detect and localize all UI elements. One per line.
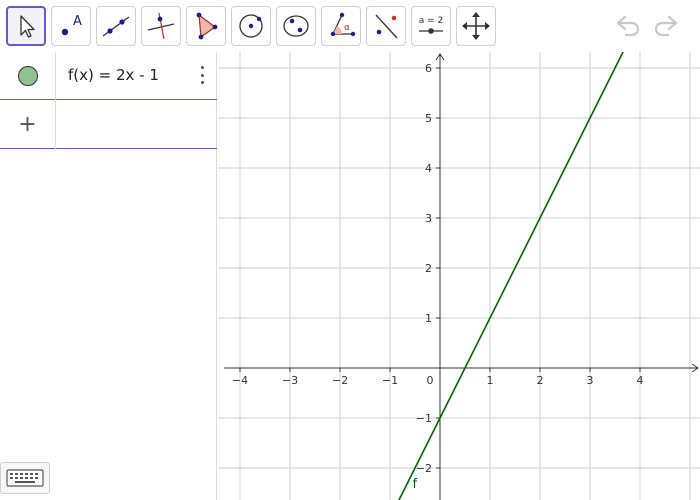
x-tick-label: 0 [427, 374, 434, 387]
algebra-input-row[interactable]: + [0, 101, 217, 149]
slider-tool-label: a = 2 [419, 16, 444, 26]
cursor-arrow-icon [20, 15, 35, 38]
graph-canvas[interactable]: −4 −3 −2 −1 0 1 2 3 4 6 5 4 3 2 1 −1 −2 f [218, 52, 700, 500]
angle-icon: α [330, 12, 356, 37]
point-tool-label: A [73, 14, 82, 29]
redo-button[interactable] [650, 12, 682, 40]
undo-icon [616, 15, 640, 37]
point-tool-button[interactable]: A [51, 6, 91, 46]
polygon-icon [196, 12, 218, 40]
angle-tool-label: α [344, 23, 350, 33]
visibility-toggle[interactable] [0, 52, 56, 100]
keyboard-button[interactable] [0, 462, 50, 494]
algebra-formula[interactable]: f(x) = 2x - 1 [68, 66, 159, 84]
angle-tool-button[interactable]: α [321, 6, 361, 46]
move-graphics-view-button[interactable] [456, 6, 496, 46]
perpendicular-line-icon [147, 12, 175, 40]
point-icon: A [61, 14, 82, 36]
circle-tool-button[interactable] [231, 6, 271, 46]
toolbar: A α a = 2 [0, 0, 700, 52]
algebra-item-f[interactable]: f(x) = 2x - 1 [0, 52, 217, 100]
circle-center-point-icon [239, 14, 263, 38]
graphics-view[interactable]: −4 −3 −2 −1 0 1 2 3 4 6 5 4 3 2 1 −1 −2 f [218, 52, 700, 500]
undo-button[interactable] [612, 12, 644, 40]
polygon-tool-button[interactable] [186, 6, 226, 46]
reflect-about-line-icon [375, 14, 398, 39]
add-item-button[interactable]: + [0, 101, 56, 149]
y-tick-label: −1 [416, 412, 432, 425]
y-tick-label: 6 [425, 62, 432, 75]
x-tick-label: −1 [382, 374, 398, 387]
y-tick-label: 3 [425, 212, 432, 225]
y-tick-label: 1 [425, 312, 432, 325]
slider-icon: a = 2 [419, 16, 444, 34]
x-tick-label: 2 [537, 374, 544, 387]
y-tick-label: 4 [425, 162, 432, 175]
reflect-tool-button[interactable] [366, 6, 406, 46]
x-tick-label: 1 [487, 374, 494, 387]
x-tick-label: −4 [232, 374, 248, 387]
marble-icon[interactable] [17, 66, 38, 86]
y-tick-label: 5 [425, 112, 432, 125]
move-arrows-icon [462, 12, 490, 40]
function-f-label[interactable]: f [413, 477, 418, 492]
perpendicular-line-tool-button[interactable] [141, 6, 181, 46]
redo-icon [654, 15, 678, 37]
conic-tool-button[interactable] [276, 6, 316, 46]
move-tool-button[interactable] [6, 6, 46, 46]
y-tick-label: −2 [416, 462, 432, 475]
ellipse-icon [283, 15, 309, 37]
algebra-view: f(x) = 2x - 1 + [0, 52, 217, 500]
x-tick-label: 3 [587, 374, 594, 387]
slider-tool-button[interactable]: a = 2 [411, 6, 451, 46]
more-options-icon[interactable] [195, 64, 209, 86]
keyboard-icon [6, 469, 44, 487]
y-tick-label: 2 [425, 262, 432, 275]
line-icon [102, 16, 130, 37]
plus-icon: + [18, 112, 37, 137]
line-tool-button[interactable] [96, 6, 136, 46]
x-tick-label: −2 [332, 374, 348, 387]
x-tick-label: 4 [637, 374, 644, 387]
x-tick-label: −3 [282, 374, 298, 387]
